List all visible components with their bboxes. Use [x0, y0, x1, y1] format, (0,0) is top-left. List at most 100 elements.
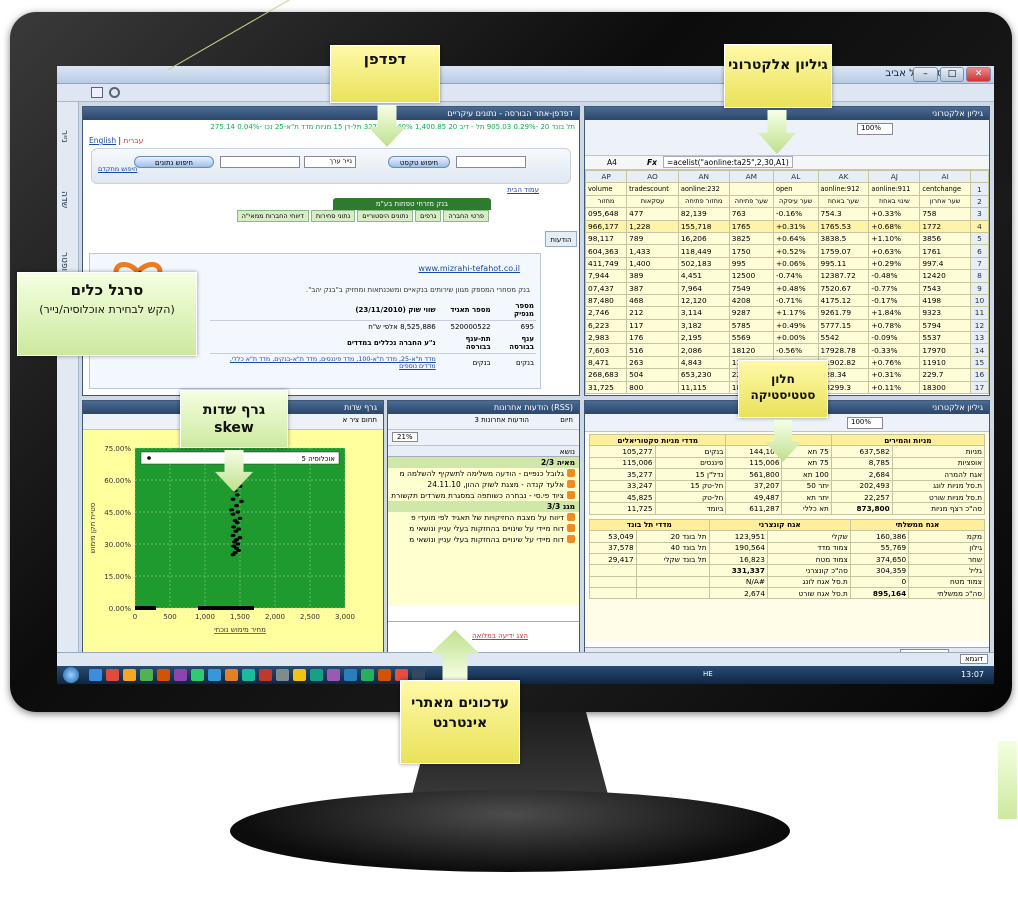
paper-select[interactable]: נייר ערך: [304, 156, 356, 168]
cell[interactable]: 468: [626, 293, 679, 308]
subtab-company[interactable]: פרטי החברה: [443, 210, 489, 222]
rss-group[interactable]: מגנ 3/3: [388, 501, 579, 512]
col-header[interactable]: AP: [585, 169, 628, 184]
cell[interactable]: +0.68%: [868, 219, 921, 233]
cell[interactable]: 2,983: [585, 331, 628, 345]
taskbar-app-icon[interactable]: [174, 669, 187, 681]
cell[interactable]: שער עיסקה: [772, 194, 819, 209]
cell[interactable]: 3838.5: [817, 231, 870, 246]
cell[interactable]: 604,363: [585, 244, 628, 258]
row-number[interactable]: 17: [970, 380, 989, 395]
taskbar-app-icon[interactable]: [225, 669, 238, 681]
taskbar-app-icon[interactable]: [361, 669, 374, 681]
vbar-paper[interactable]: נייר: [59, 106, 69, 166]
taskbar-app-icon[interactable]: [242, 669, 255, 681]
cell[interactable]: 502,183: [677, 256, 730, 271]
cell[interactable]: שער אחרון: [919, 194, 971, 209]
cell[interactable]: 3825: [728, 231, 774, 246]
corner-cell[interactable]: [970, 169, 989, 184]
cell-ref[interactable]: A4: [607, 156, 617, 170]
rss-group[interactable]: מאיה 2/3: [388, 457, 579, 468]
col-header[interactable]: AO: [626, 169, 679, 184]
cat-v-indices[interactable]: מדד ת"א-25, מדד ת"א-100, מדד פיננסים, מד…: [210, 354, 438, 373]
rss-item[interactable]: אלעד קנדה - מצגת לשוק ההון, 24.11.10: [388, 479, 579, 490]
cell[interactable]: 2,746: [585, 306, 628, 320]
cell[interactable]: 16,206: [677, 231, 730, 246]
cell[interactable]: 8,471: [585, 355, 628, 370]
cell[interactable]: 2,195: [677, 331, 730, 345]
cell[interactable]: עסקאות: [626, 194, 679, 209]
cell[interactable]: 5777.15: [817, 318, 870, 333]
cell[interactable]: 758: [919, 207, 971, 221]
cell[interactable]: 095,648: [585, 207, 628, 221]
formula-input[interactable]: =acelist("aonline:ta25",2,30,A1): [663, 156, 793, 168]
cell[interactable]: +1.10%: [868, 231, 921, 246]
cell[interactable]: 7,944: [585, 269, 628, 283]
lang-indicator[interactable]: HE: [703, 670, 713, 678]
cell[interactable]: מחזור: [585, 194, 628, 209]
cell[interactable]: 7549: [728, 281, 774, 295]
cell[interactable]: 389: [626, 269, 679, 283]
cell[interactable]: 1765.53: [817, 219, 870, 233]
row-number[interactable]: 8: [970, 269, 989, 283]
stats-zoom[interactable]: 100%: [847, 417, 883, 429]
vbar-field[interactable]: שדה: [59, 170, 69, 230]
cell[interactable]: 31,725: [585, 380, 628, 395]
taskbar-app-icon[interactable]: [157, 669, 170, 681]
rss-view-menu[interactable]: חיום: [560, 416, 573, 424]
taskbar-app-icon[interactable]: [327, 669, 340, 681]
taskbar-app-icon[interactable]: [106, 669, 119, 681]
side-tab-news[interactable]: הודעות: [545, 231, 577, 247]
cell[interactable]: 87,480: [585, 293, 628, 308]
cell[interactable]: volume: [585, 182, 628, 196]
cell[interactable]: 11,115: [677, 380, 730, 395]
taskbar-app-icon[interactable]: [310, 669, 323, 681]
cell[interactable]: 118,449: [677, 244, 730, 258]
cell[interactable]: -0.71%: [772, 293, 819, 308]
cell[interactable]: 1772: [919, 219, 971, 233]
cell[interactable]: 7,603: [585, 343, 628, 357]
cell[interactable]: +0.78%: [868, 318, 921, 333]
cell[interactable]: 268,683: [585, 368, 628, 382]
rss-item[interactable]: דיווח על מצבת החזיקויות של תאגיד לפי מוע…: [388, 512, 579, 523]
adv-search-link[interactable]: חיפוש מתקדם: [98, 165, 137, 173]
chart-axis-label[interactable]: תחום ציר א: [342, 416, 377, 424]
cell[interactable]: 07,437: [585, 281, 628, 295]
cell[interactable]: -0.48%: [868, 269, 921, 283]
rss-item[interactable]: ציוד פי.סי - נבחרה כשותפה במסגרת משרדים …: [388, 490, 579, 501]
bank-tab[interactable]: בנק מזרחי טפחות בע"מ: [333, 198, 491, 210]
cell[interactable]: +1.17%: [772, 306, 819, 320]
cell[interactable]: -0.16%: [772, 207, 819, 221]
cell[interactable]: 800: [626, 380, 679, 395]
hebrew-link[interactable]: עברית: [123, 136, 143, 145]
rss-zoom[interactable]: 21%: [392, 432, 418, 442]
rss-item[interactable]: דוח מיידי על שינויים בהחזקות בעלי עניין …: [388, 534, 579, 545]
cell[interactable]: 5542: [817, 331, 870, 345]
row-number[interactable]: 3: [970, 207, 989, 221]
row-number[interactable]: 13: [970, 331, 989, 345]
cell[interactable]: 212: [626, 306, 679, 320]
cell[interactable]: open: [772, 182, 819, 196]
cell[interactable]: 3,182: [677, 318, 730, 333]
print-icon[interactable]: [91, 87, 103, 98]
taskbar-app-icon[interactable]: [344, 669, 357, 681]
cell[interactable]: 763: [728, 207, 774, 221]
col-header[interactable]: AL: [772, 169, 819, 184]
taskbar-app-icon[interactable]: [89, 669, 102, 681]
cell[interactable]: 263: [626, 355, 679, 370]
show-full-link[interactable]: הצג ידיעה במלואה: [472, 632, 528, 640]
cell[interactable]: מחזור פתיחה: [677, 194, 730, 209]
cell[interactable]: tradescount: [626, 182, 679, 196]
cell[interactable]: +0.48%: [772, 281, 819, 295]
cell[interactable]: 1765: [728, 219, 774, 233]
cell[interactable]: -0.56%: [772, 343, 819, 357]
cell[interactable]: 3856: [919, 231, 971, 246]
cell[interactable]: שער פתיחה: [728, 194, 774, 209]
cell[interactable]: 12,120: [677, 293, 730, 308]
cell[interactable]: +0.52%: [772, 244, 819, 258]
cell[interactable]: 5569: [728, 331, 774, 345]
taskbar-app-icon[interactable]: [140, 669, 153, 681]
row-number[interactable]: 11: [970, 306, 989, 320]
cell[interactable]: 4,843: [677, 355, 730, 370]
home-link[interactable]: עמוד הבית: [83, 186, 579, 198]
